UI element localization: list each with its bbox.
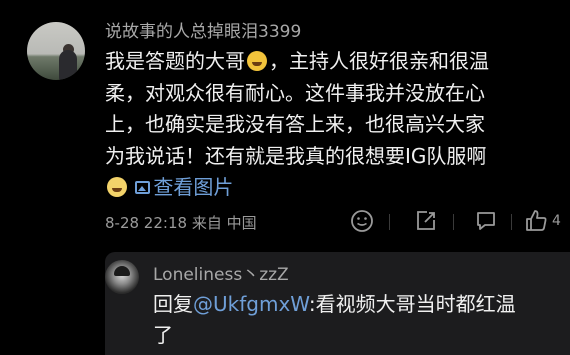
share-icon[interactable] <box>413 208 439 234</box>
comment-body: 我是答题的大哥 ，主持人很好很亲和很温 柔，对观众很有耐心。这件事我并没放在心 上… <box>105 46 560 204</box>
action-divider <box>453 214 454 230</box>
reply-prefix: 回复 <box>153 292 193 316</box>
like-count: 4 <box>552 213 561 229</box>
image-icon <box>135 181 151 195</box>
comment-date: 8-28 22:18 <box>105 214 188 232</box>
avatar-figure-body <box>59 50 77 80</box>
view-image-label: 查看图片 <box>153 175 234 199</box>
comment-location: 来自 中国 <box>191 214 257 232</box>
comment-meta: 8-28 22:18 来自 中国 <box>105 212 257 233</box>
reply-text-line-2: 了 <box>153 323 173 347</box>
like-icon[interactable] <box>523 208 549 234</box>
comment-line-1: 我是答题的大哥 ，主持人很好很亲和很温 <box>105 46 560 78</box>
comment-line-2: 柔，对观众很有耐心。这件事我并没放在心 <box>105 80 485 105</box>
reply-username[interactable]: Loneliness丶zzZ <box>153 260 289 285</box>
comment-text-part: ，主持人很好很亲和很温 <box>269 49 489 73</box>
reply-text-line-1: :看视频大哥当时都红温 <box>308 292 516 316</box>
user-avatar[interactable] <box>27 22 85 80</box>
action-divider <box>511 214 512 230</box>
comment-username[interactable]: 说故事的人总掉眼泪3399 <box>105 17 301 42</box>
reply-preview[interactable]: Loneliness丶zzZ 回复@UkfgmxW:看视频大哥当时都红温 了 <box>105 252 570 355</box>
comment-line-3: 上，也确实是我没有答上来，也很高兴大家 <box>105 112 485 136</box>
comment-line-4: 为我说话！还有就是我真的很想要IG队服啊 <box>105 143 487 168</box>
crying-emoji-icon <box>107 177 127 198</box>
action-divider <box>389 214 390 230</box>
reply-text: 回复@UkfgmxW:看视频大哥当时都红温 了 <box>153 289 568 351</box>
view-image-link[interactable]: 查看图片 <box>135 172 233 204</box>
smile-emoji-icon <box>247 51 267 71</box>
reply-mention-link[interactable]: @UkfgmxW <box>193 292 309 316</box>
comment-actions: 4 <box>345 208 565 236</box>
comment-line-5: 查看图片 <box>105 172 560 204</box>
react-icon[interactable] <box>349 208 375 234</box>
reply-avatar[interactable] <box>105 260 139 294</box>
comment-text-part: 我是答题的大哥 <box>105 49 245 73</box>
comment-icon[interactable] <box>473 208 499 234</box>
